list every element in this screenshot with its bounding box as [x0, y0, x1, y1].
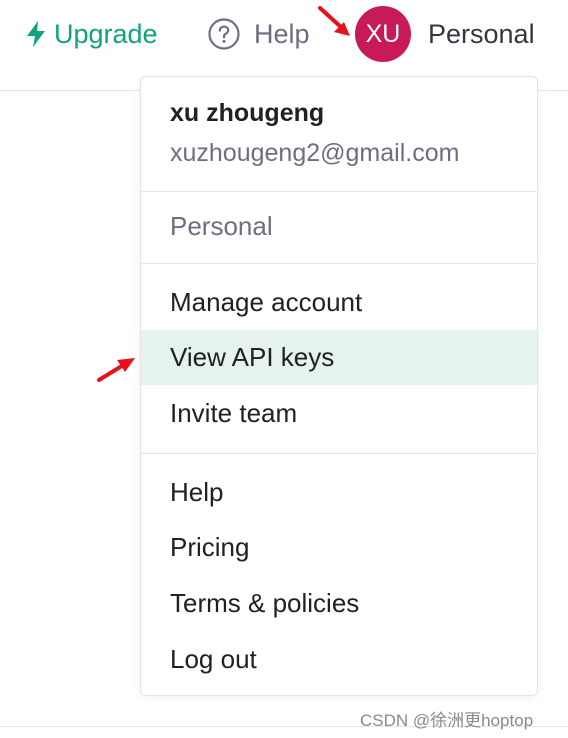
upgrade-link[interactable]: Upgrade: [26, 14, 158, 54]
annotation-arrow-icon: [318, 6, 350, 36]
menu-item-log-out[interactable]: Log out: [141, 632, 537, 687]
page: Upgrade Help XU Personal xu zhougeng xuz…: [0, 0, 568, 738]
menu-item-pricing[interactable]: Pricing: [141, 520, 537, 575]
watermark: CSDN @徐洲更hoptop: [360, 711, 534, 730]
menu-item-invite-team[interactable]: Invite team: [141, 386, 537, 441]
menu-item-manage-account[interactable]: Manage account: [141, 275, 537, 330]
help-link[interactable]: Help: [208, 14, 310, 54]
menu-divider: [141, 191, 537, 192]
menu-item-organization[interactable]: Personal: [141, 199, 537, 254]
menu-item-help[interactable]: Help: [141, 465, 537, 520]
user-email: xuzhougeng2@gmail.com: [170, 139, 460, 167]
avatar[interactable]: XU: [355, 6, 411, 62]
question-circle-icon: [208, 18, 240, 50]
upgrade-label: Upgrade: [54, 18, 158, 49]
user-name: xu zhougeng: [170, 99, 325, 127]
annotation-arrow-icon: [97, 358, 135, 382]
menu-divider: [141, 453, 537, 454]
account-switcher-label[interactable]: Personal: [428, 14, 535, 54]
lightning-icon: [27, 21, 45, 47]
menu-item-terms-policies[interactable]: Terms & policies: [141, 576, 537, 631]
account-dropdown-menu: xu zhougeng xuzhougeng2@gmail.com Person…: [140, 76, 538, 696]
help-label: Help: [254, 18, 310, 49]
menu-divider: [141, 263, 537, 264]
user-info: xu zhougeng xuzhougeng2@gmail.com: [141, 77, 537, 191]
menu-item-view-api-keys[interactable]: View API keys: [141, 330, 537, 385]
